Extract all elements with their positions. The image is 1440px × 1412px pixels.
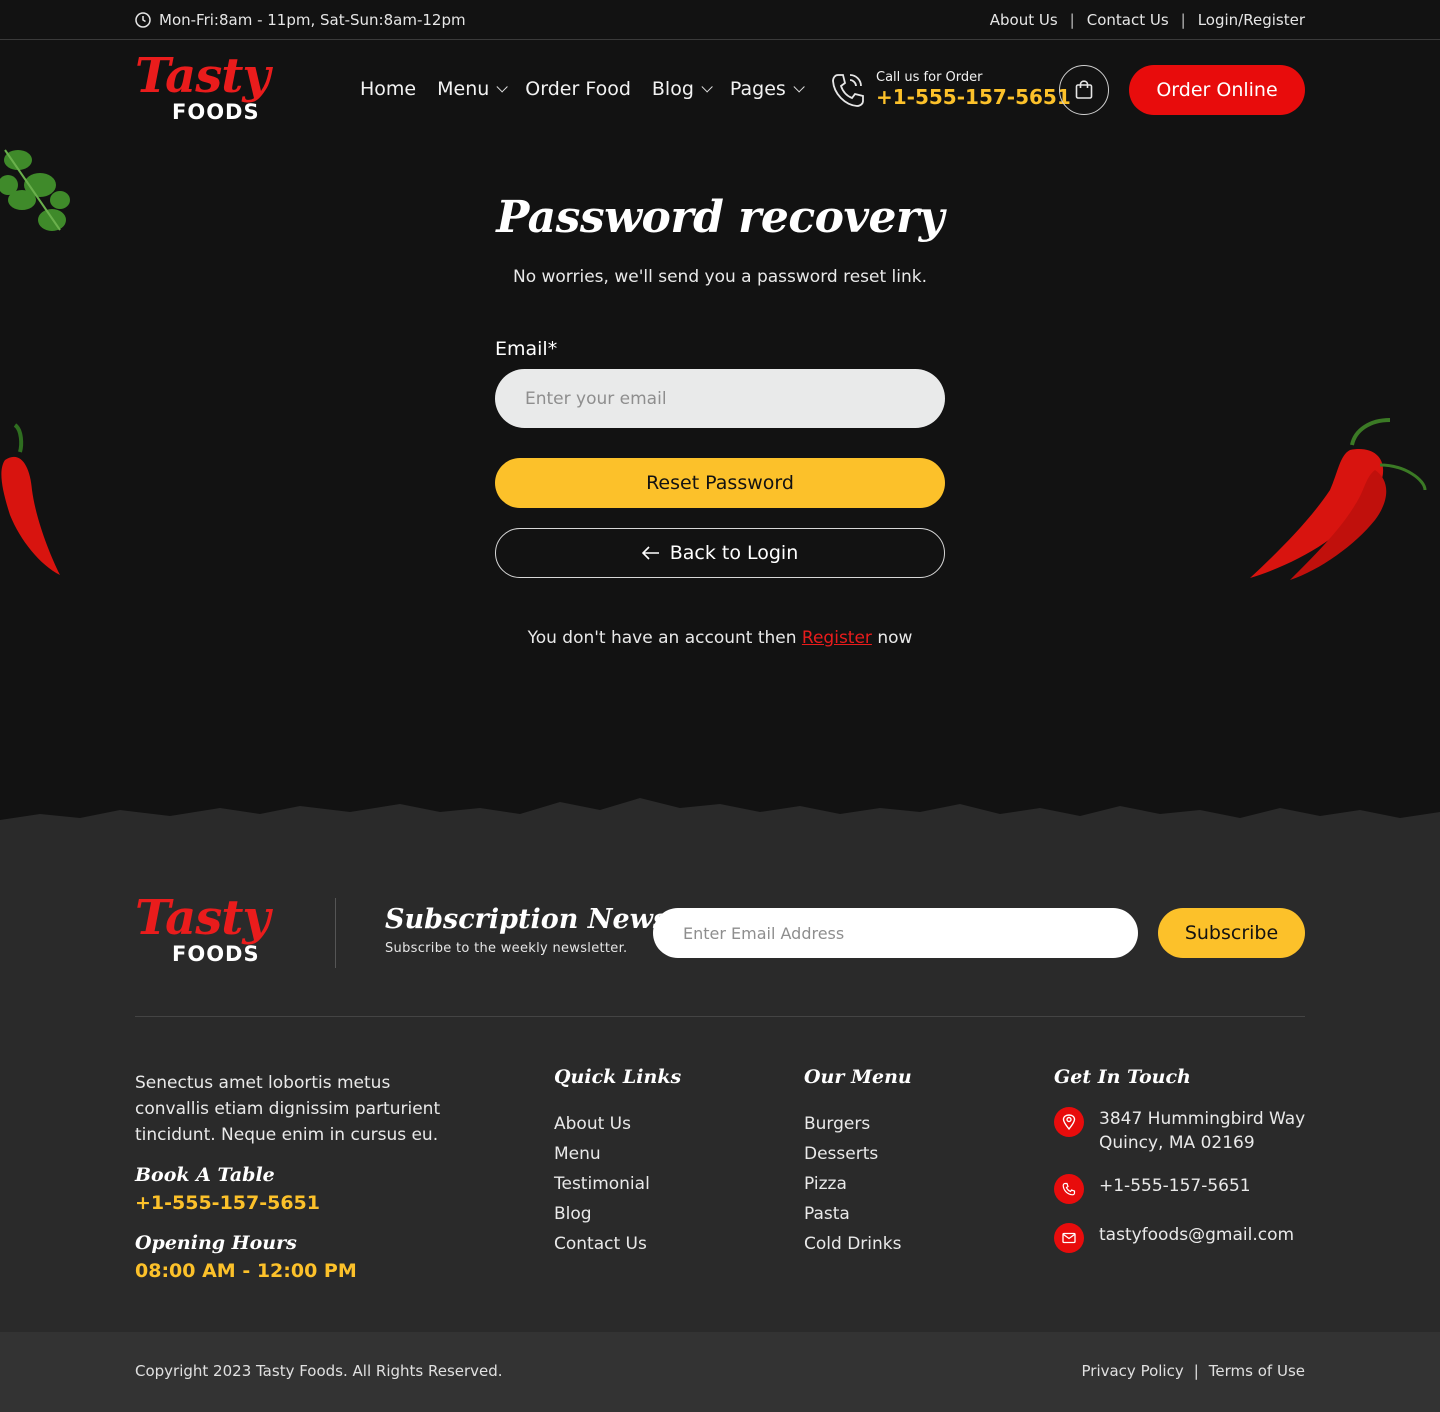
contact-email-text: tastyfoods@gmail.com [1099, 1225, 1295, 1245]
contact-phone-text: +1-555-157-5651 [1099, 1176, 1251, 1196]
nav-pages[interactable]: Pages [729, 78, 805, 100]
register-suffix: now [877, 628, 913, 648]
quick-links-title: Quick Links [554, 1066, 682, 1088]
nav-order-food[interactable]: Order Food [525, 78, 631, 100]
nav-label: Blog [651, 78, 694, 100]
terms-of-use-link[interactable]: Terms of Use [1209, 1362, 1305, 1380]
our-menu-list: Burgers Desserts Pizza Pasta Cold Drinks [804, 1111, 901, 1261]
copyright-text: Copyright 2023 Tasty Foods. All Rights R… [135, 1362, 503, 1380]
top-links: About Us | Contact Us | Login/Register [990, 11, 1305, 29]
newsletter-email-input[interactable] [653, 908, 1138, 958]
menu-link-cold-drinks[interactable]: Cold Drinks [804, 1231, 901, 1261]
register-prompt: You don't have an account then Register … [0, 628, 1440, 648]
legal-links: Privacy Policy | Terms of Use [1082, 1362, 1306, 1380]
arrow-left-icon [641, 546, 659, 560]
logo-foods: FOODS [172, 100, 260, 124]
register-prefix: You don't have an account then [527, 628, 797, 648]
footer-about-text: Senectus amet lobortis metus convallis e… [135, 1073, 441, 1145]
quick-link-about[interactable]: About Us [554, 1111, 650, 1141]
shopping-bag-icon [1075, 80, 1093, 99]
clock-icon [135, 12, 151, 28]
subscribe-button[interactable]: Subscribe [1158, 908, 1305, 958]
book-table-title: Book A Table [135, 1164, 275, 1186]
separator: | [1193, 1362, 1199, 1380]
privacy-policy-link[interactable]: Privacy Policy [1082, 1362, 1184, 1380]
quick-link-blog[interactable]: Blog [554, 1201, 650, 1231]
menu-link-desserts[interactable]: Desserts [804, 1141, 901, 1171]
quick-link-menu[interactable]: Menu [554, 1141, 650, 1171]
email-label: Email* [495, 338, 558, 360]
logo-foods: FOODS [172, 942, 260, 966]
footer-bottom-bar: Copyright 2023 Tasty Foods. All Rights R… [0, 1332, 1440, 1412]
top-link-contact[interactable]: Contact Us [1087, 11, 1169, 29]
our-menu-title: Our Menu [804, 1066, 912, 1088]
opening-hours: Mon-Fri:8am - 11pm, Sat-Sun:8am-12pm [135, 11, 466, 29]
separator: | [1180, 11, 1186, 29]
logo[interactable]: Tasty FOODS [135, 52, 287, 126]
get-in-touch-title: Get In Touch [1054, 1066, 1191, 1088]
nav-label: Menu [437, 78, 490, 100]
logo-tasty: Tasty [135, 48, 270, 104]
nav-menu[interactable]: Menu [437, 78, 509, 100]
email-field[interactable] [495, 369, 945, 428]
quick-link-testimonial[interactable]: Testimonial [554, 1171, 650, 1201]
nav-label: Pages [729, 78, 786, 100]
top-link-about[interactable]: About Us [990, 11, 1058, 29]
page-subtitle: No worries, we'll send you a password re… [512, 267, 928, 287]
phone-icon [1054, 1174, 1084, 1204]
phone-icon [832, 73, 864, 107]
order-online-button[interactable]: Order Online [1129, 65, 1305, 115]
logo-tasty: Tasty [135, 890, 270, 946]
divider [135, 1016, 1305, 1017]
address-line-2: Quincy, MA 02169 [1099, 1133, 1255, 1153]
address-line-1: 3847 Hummingbird Way [1099, 1109, 1306, 1129]
cart-button[interactable] [1059, 65, 1109, 115]
hours-text: Mon-Fri:8am - 11pm, Sat-Sun:8am-12pm [159, 11, 466, 29]
separator: | [1069, 11, 1075, 29]
call-label: Call us for Order [876, 70, 983, 85]
nav-home[interactable]: Home [360, 78, 416, 100]
reset-password-button[interactable]: Reset Password [495, 458, 945, 508]
menu-link-pizza[interactable]: Pizza [804, 1171, 901, 1201]
chili-right-decoration [1250, 418, 1427, 580]
location-pin-icon [1054, 1107, 1084, 1137]
opening-hours-title: Opening Hours [135, 1232, 297, 1254]
subscription-title: Subscription News [385, 904, 669, 935]
footer-logo[interactable]: Tasty FOODS [135, 894, 287, 968]
register-link[interactable]: Register [802, 628, 872, 648]
menu-link-pasta[interactable]: Pasta [804, 1201, 901, 1231]
contact-email[interactable]: tastyfoods@gmail.com [1054, 1223, 1294, 1253]
mail-icon [1054, 1223, 1084, 1253]
book-table-phone[interactable]: +1-555-157-5651 [135, 1192, 320, 1214]
nav-blog[interactable]: Blog [651, 78, 713, 100]
subscription-subtitle: Subscribe to the weekly newsletter. [385, 941, 628, 956]
chili-left-decoration [1, 423, 60, 575]
nav-label: Order Food [525, 78, 631, 100]
footer: Tasty FOODS Subscription News Subscribe … [0, 820, 1440, 1412]
main-nav: Home Menu Order Food Blog Pages [360, 78, 805, 100]
opening-hours-value: 08:00 AM - 12:00 PM [135, 1260, 357, 1282]
quick-link-contact[interactable]: Contact Us [554, 1231, 650, 1261]
call-for-order[interactable]: Call us for Order +1-555-157-5651 [830, 70, 1071, 109]
call-phone[interactable]: +1-555-157-5651 [876, 85, 1071, 109]
contact-phone[interactable]: +1-555-157-5651 [1054, 1174, 1251, 1204]
top-link-login[interactable]: Login/Register [1198, 11, 1305, 29]
nav-label: Home [360, 78, 417, 100]
contact-address: 3847 Hummingbird Way Quincy, MA 02169 [1054, 1107, 1305, 1155]
chevron-down-icon [701, 81, 713, 93]
quick-links-list: About Us Menu Testimonial Blog Contact U… [554, 1111, 650, 1261]
divider [335, 898, 336, 968]
top-bar: Mon-Fri:8am - 11pm, Sat-Sun:8am-12pm Abo… [0, 0, 1440, 40]
back-to-login-button[interactable]: Back to Login [495, 528, 945, 578]
chevron-down-icon [793, 81, 805, 93]
back-to-login-label: Back to Login [669, 542, 799, 564]
menu-link-burgers[interactable]: Burgers [804, 1111, 901, 1141]
page-title: Password recovery [496, 192, 944, 243]
chevron-down-icon [496, 81, 509, 93]
